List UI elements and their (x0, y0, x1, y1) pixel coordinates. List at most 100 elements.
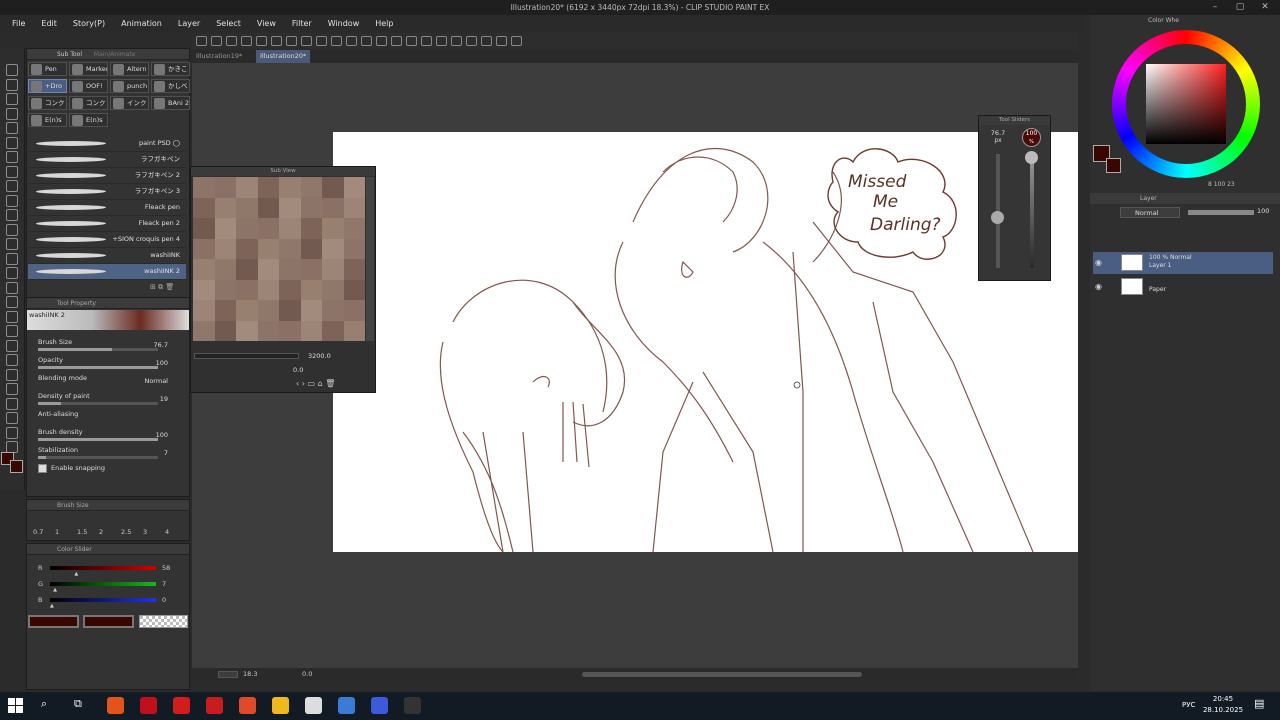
tool-property-row[interactable]: Brush Size 76.7 (28, 338, 180, 355)
property-slider[interactable] (38, 366, 158, 369)
opacity-slider-handle[interactable] (1025, 151, 1038, 164)
menu-item-3[interactable]: Animation (113, 19, 170, 28)
menu-item-2[interactable]: Story(P) (65, 19, 113, 28)
brush-size-preset[interactable]: 1 (55, 528, 59, 536)
tool-icon[interactable] (6, 194, 18, 207)
color-sv-square[interactable] (1146, 64, 1226, 144)
tab-sub-tool[interactable]: Sub Tool (57, 51, 82, 58)
blend-mode-select[interactable]: Normal (1120, 207, 1180, 218)
tool-icon[interactable] (6, 209, 18, 221)
brush-list-item[interactable]: paint PSD ◯ (28, 136, 186, 152)
canvas-paper[interactable]: Missed Me Darling? (333, 132, 1078, 552)
command-icon[interactable] (256, 36, 267, 46)
clock-date[interactable]: 28.10.2025 (1200, 706, 1246, 714)
command-icon[interactable] (391, 36, 402, 46)
eye-icon[interactable]: ◉ (1095, 258, 1102, 267)
menu-item-4[interactable]: Layer (170, 19, 208, 28)
taskbar-app-icon[interactable] (305, 697, 322, 714)
command-icon[interactable] (271, 36, 282, 46)
channel-slider[interactable] (50, 582, 156, 586)
tool-icon[interactable] (6, 78, 18, 91)
tool-sub-color[interactable] (10, 460, 23, 473)
menu-item-7[interactable]: Filter (284, 19, 320, 28)
doc-tab-illustration19[interactable]: Illustration19* (192, 50, 246, 63)
property-slider[interactable] (38, 456, 158, 459)
tool-icon[interactable] (6, 426, 18, 439)
layer-row[interactable]: ◉ Paper (1093, 276, 1273, 298)
tool-icon[interactable] (6, 151, 18, 163)
brush-list-item[interactable]: ラフガキペン (28, 152, 186, 168)
taskbar-app-icon[interactable] (272, 697, 289, 714)
subtool-button[interactable]: Altern (110, 62, 149, 76)
command-icon[interactable] (196, 36, 207, 46)
command-icon[interactable] (286, 36, 297, 46)
sub-view-nav-icons[interactable]: ‹ › ▭ ⌂ 🗑 (296, 379, 335, 388)
opacity-slider[interactable] (1030, 154, 1034, 268)
command-icon[interactable] (406, 36, 417, 46)
channel-value[interactable]: 7 (162, 580, 166, 588)
tool-icon[interactable] (6, 310, 18, 323)
menu-item-1[interactable]: Edit (33, 19, 65, 28)
brush-size-preset[interactable]: 4 (165, 528, 169, 536)
subtool-button[interactable]: E(n)s (28, 113, 67, 127)
subtool-button[interactable]: コンク (69, 96, 108, 110)
command-icon[interactable] (436, 36, 447, 46)
taskbar-app-icon[interactable] (404, 697, 421, 714)
subtool-button[interactable]: かきこ (151, 62, 190, 76)
menu-item-0[interactable]: File (4, 19, 33, 28)
doc-tab-illustration20[interactable]: Illustration20* (256, 50, 311, 63)
tool-icon[interactable] (6, 252, 18, 265)
channel-marker-icon[interactable]: ▲ (50, 603, 54, 609)
tool-icon[interactable] (6, 223, 18, 236)
taskbar-app-icon[interactable] (140, 697, 157, 714)
tool-property-row[interactable]: Density of paint 19 (28, 392, 180, 409)
taskbar-app-icon[interactable] (206, 697, 223, 714)
tool-icon[interactable] (6, 93, 18, 105)
channel-slider[interactable] (50, 598, 156, 602)
tool-property-row[interactable]: Opacity 100 (28, 356, 180, 373)
property-slider[interactable] (38, 348, 158, 351)
command-icon[interactable] (241, 36, 252, 46)
command-icon[interactable] (421, 36, 432, 46)
tool-icon[interactable] (6, 267, 18, 279)
clock-time[interactable]: 20:45 (1200, 695, 1246, 703)
subtool-button[interactable]: +Dro (28, 79, 67, 93)
tool-property-row[interactable]: Blending mode Normal (28, 374, 180, 391)
layer-opacity-slider[interactable] (1188, 210, 1254, 215)
menu-item-8[interactable]: Window (320, 19, 368, 28)
tool-property-row[interactable]: Stabilization 7 (28, 446, 180, 463)
command-icon[interactable] (316, 36, 327, 46)
subtool-button[interactable]: punch (110, 79, 149, 93)
tool-icon[interactable] (6, 136, 18, 149)
maximize-icon[interactable]: ▢ (1230, 0, 1250, 15)
property-slider[interactable] (38, 402, 158, 405)
tool-icon[interactable] (6, 368, 18, 381)
command-icon[interactable] (346, 36, 357, 46)
snapping-checkbox[interactable] (38, 464, 47, 473)
channel-value[interactable]: 0 (162, 596, 166, 604)
layer-panel-title[interactable]: Layer (1090, 193, 1280, 204)
command-icon[interactable] (361, 36, 372, 46)
taskbar-app-icon[interactable] (239, 697, 256, 714)
tool-icon[interactable] (6, 339, 18, 352)
windows-start-icon[interactable] (8, 698, 23, 713)
brush-size-preset[interactable]: 2 (99, 528, 103, 536)
taskbar-app-icon[interactable] (173, 697, 190, 714)
brush-size-preset[interactable]: 3 (143, 528, 147, 536)
status-zoom[interactable]: 18.3 (243, 670, 257, 678)
tool-icon[interactable] (6, 383, 18, 395)
channel-slider[interactable] (50, 566, 156, 570)
brush-list-item[interactable]: Fleack pen 2 (28, 216, 186, 232)
brush-list-item[interactable]: Fleack pen (28, 200, 186, 216)
command-icon[interactable] (496, 36, 507, 46)
tool-icon[interactable] (6, 325, 18, 337)
layer-row[interactable]: ◉ 100 % Normal Layer 1 (1093, 252, 1273, 274)
brush-list-item[interactable]: washiINK (28, 248, 186, 264)
tool-icon[interactable] (6, 64, 18, 76)
tool-icon[interactable] (6, 296, 18, 308)
taskbar-app-icon[interactable] (338, 697, 355, 714)
tool-icon[interactable] (6, 107, 18, 120)
menu-item-9[interactable]: Help (367, 19, 401, 28)
property-value[interactable]: 19 (160, 395, 168, 403)
tool-icon[interactable] (6, 412, 18, 424)
